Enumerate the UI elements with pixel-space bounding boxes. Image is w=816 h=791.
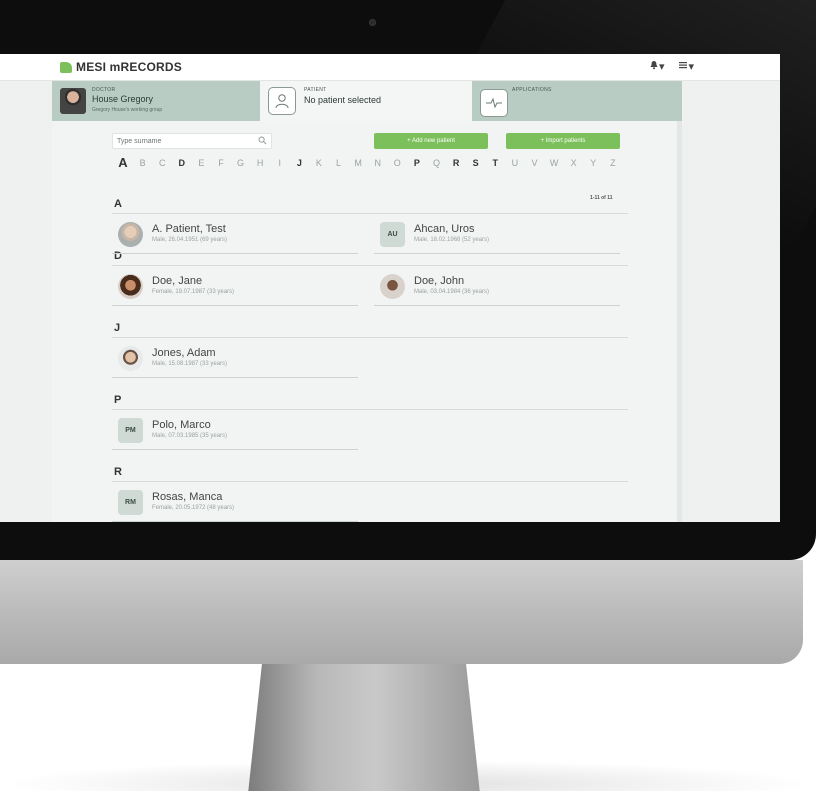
surname-search-input[interactable]: Type surname [112,133,272,149]
applications-context[interactable]: APPLICATIONS [472,81,682,121]
alphabet-letter-w[interactable]: W [549,158,559,170]
context-bar: DOCTOR House Gregory Gregory House's wor… [52,81,682,121]
app-screen: MESI mRECORDS ▾ ▾ DOCTOR House Gregory G… [0,54,780,522]
alphabet-letter-x[interactable]: X [569,158,579,170]
patient-info: Male, 07.03.1985 (35 years) [152,433,228,439]
alphabet-letter-o[interactable]: O [392,158,402,170]
group-header-p: P [112,392,628,410]
patient-avatar: RM [118,490,143,515]
alphabet-letter-q[interactable]: Q [432,158,442,170]
patient-card[interactable]: Jones, Adam Male, 15.08.1987 (33 years) [112,338,358,378]
patient-name: Ahcan, Uros [414,223,475,235]
alphabet-letter-t[interactable]: T [490,158,500,170]
patient-card[interactable]: PM Polo, Marco Male, 07.03.1985 (35 years) [112,410,358,450]
camera-icon [369,19,376,26]
bell-dropdown-caret: ▾ [658,61,665,73]
doctor-context[interactable]: DOCTOR House Gregory Gregory House's wor… [52,81,260,121]
alphabet-filter: ABCDEFGHIJKLMNOPQRSTUVWXYZ [118,155,618,170]
patient-card[interactable]: Doe, John Male, 03.04.1984 (36 years) [374,266,620,306]
patient-card[interactable]: A. Patient, Test Male, 26.04.1951 (69 yea… [112,214,358,254]
logo-text: MESI mRECORDS [76,60,182,74]
patient-name: Rosas, Manca [152,491,223,503]
alphabet-letter-i[interactable]: I [275,158,285,170]
top-bar: MESI mRECORDS ▾ ▾ [0,54,780,81]
monitor-stand [248,664,480,791]
patient-status: No patient selected [304,95,382,105]
patient-info: Male, 03.04.1984 (36 years) [414,289,490,295]
alphabet-letter-p[interactable]: P [412,158,422,170]
alphabet-letter-r[interactable]: R [451,158,461,170]
patient-caption: PATIENT [304,87,327,93]
alphabet-letter-z[interactable]: Z [608,158,618,170]
patient-list-panel: Type surname + Add new patient + Import … [52,121,682,522]
alphabet-letter-j[interactable]: J [294,158,304,170]
monitor-chin [0,560,803,664]
patient-info: Male, 15.08.1987 (33 years) [152,361,228,367]
alphabet-letter-v[interactable]: V [529,158,539,170]
alphabet-letter-g[interactable]: G [236,158,246,170]
alphabet-letter-h[interactable]: H [255,158,265,170]
patient-info: Male, 18.02.1968 (52 years) [414,237,490,243]
alphabet-letter-a[interactable]: A [118,155,128,170]
patient-name: Jones, Adam [152,347,216,359]
alphabet-letter-c[interactable]: C [157,158,167,170]
doctor-group: Gregory House's working group [92,107,163,113]
app-logo[interactable]: MESI mRECORDS [60,60,182,74]
patient-info: Female, 19.07.1987 (33 years) [152,289,235,295]
add-new-patient-button[interactable]: + Add new patient [374,133,488,149]
alphabet-letter-y[interactable]: Y [588,158,598,170]
patient-avatar [118,346,143,371]
patient-name: Doe, Jane [152,275,203,287]
patient-name: A. Patient, Test [152,223,226,235]
group-header-j: J [112,320,628,338]
alphabet-letter-d[interactable]: D [177,158,187,170]
patient-name: Polo, Marco [152,419,211,431]
patient-card[interactable]: RM Rosas, Manca Female, 20.05.1972 (48 yea… [112,482,358,522]
top-actions: ▾ ▾ [649,60,694,73]
import-patients-button[interactable]: + Import patients [506,133,620,149]
alphabet-letter-u[interactable]: U [510,158,520,170]
doctor-caption: DOCTOR [92,87,116,93]
patient-avatar: PM [118,418,143,443]
logo-mark-icon [60,61,72,73]
alphabet-letter-n[interactable]: N [373,158,383,170]
patient-avatar [118,274,143,299]
alphabet-letter-k[interactable]: K [314,158,324,170]
patient-avatar [380,274,405,299]
patient-name: Doe, John [414,275,465,287]
doctor-avatar [60,88,86,114]
patient-icon [268,87,296,115]
patient-avatar: AU [380,222,405,247]
patient-avatar [118,222,143,247]
applications-caption: APPLICATIONS [512,87,552,93]
patient-card[interactable]: AU Ahcan, Uros Male, 18.02.1968 (52 years) [374,214,620,254]
doctor-name: House Gregory [92,94,154,104]
search-icon [258,132,267,150]
alphabet-letter-m[interactable]: M [353,158,363,170]
bell-icon[interactable]: ▾ [649,60,665,73]
hamburger-menu-icon[interactable]: ▾ [678,60,694,73]
search-placeholder: Type surname [117,137,162,145]
pulse-icon [480,89,508,117]
menu-dropdown-caret: ▾ [688,61,694,73]
alphabet-letter-e[interactable]: E [196,158,206,170]
scrollbar[interactable] [677,121,682,522]
alphabet-letter-f[interactable]: F [216,158,226,170]
patient-info: Male, 26.04.1951 (69 years) [152,237,228,243]
patient-context[interactable]: PATIENT No patient selected [260,81,472,121]
patient-card[interactable]: Doe, Jane Female, 19.07.1987 (33 years) [112,266,358,306]
alphabet-letter-l[interactable]: L [334,158,344,170]
group-header-r: R [112,464,628,482]
alphabet-letter-s[interactable]: S [471,158,481,170]
alphabet-letter-b[interactable]: B [138,158,148,170]
patient-info: Female, 20.05.1972 (48 years) [152,505,235,511]
group-header-a: A [112,196,628,214]
